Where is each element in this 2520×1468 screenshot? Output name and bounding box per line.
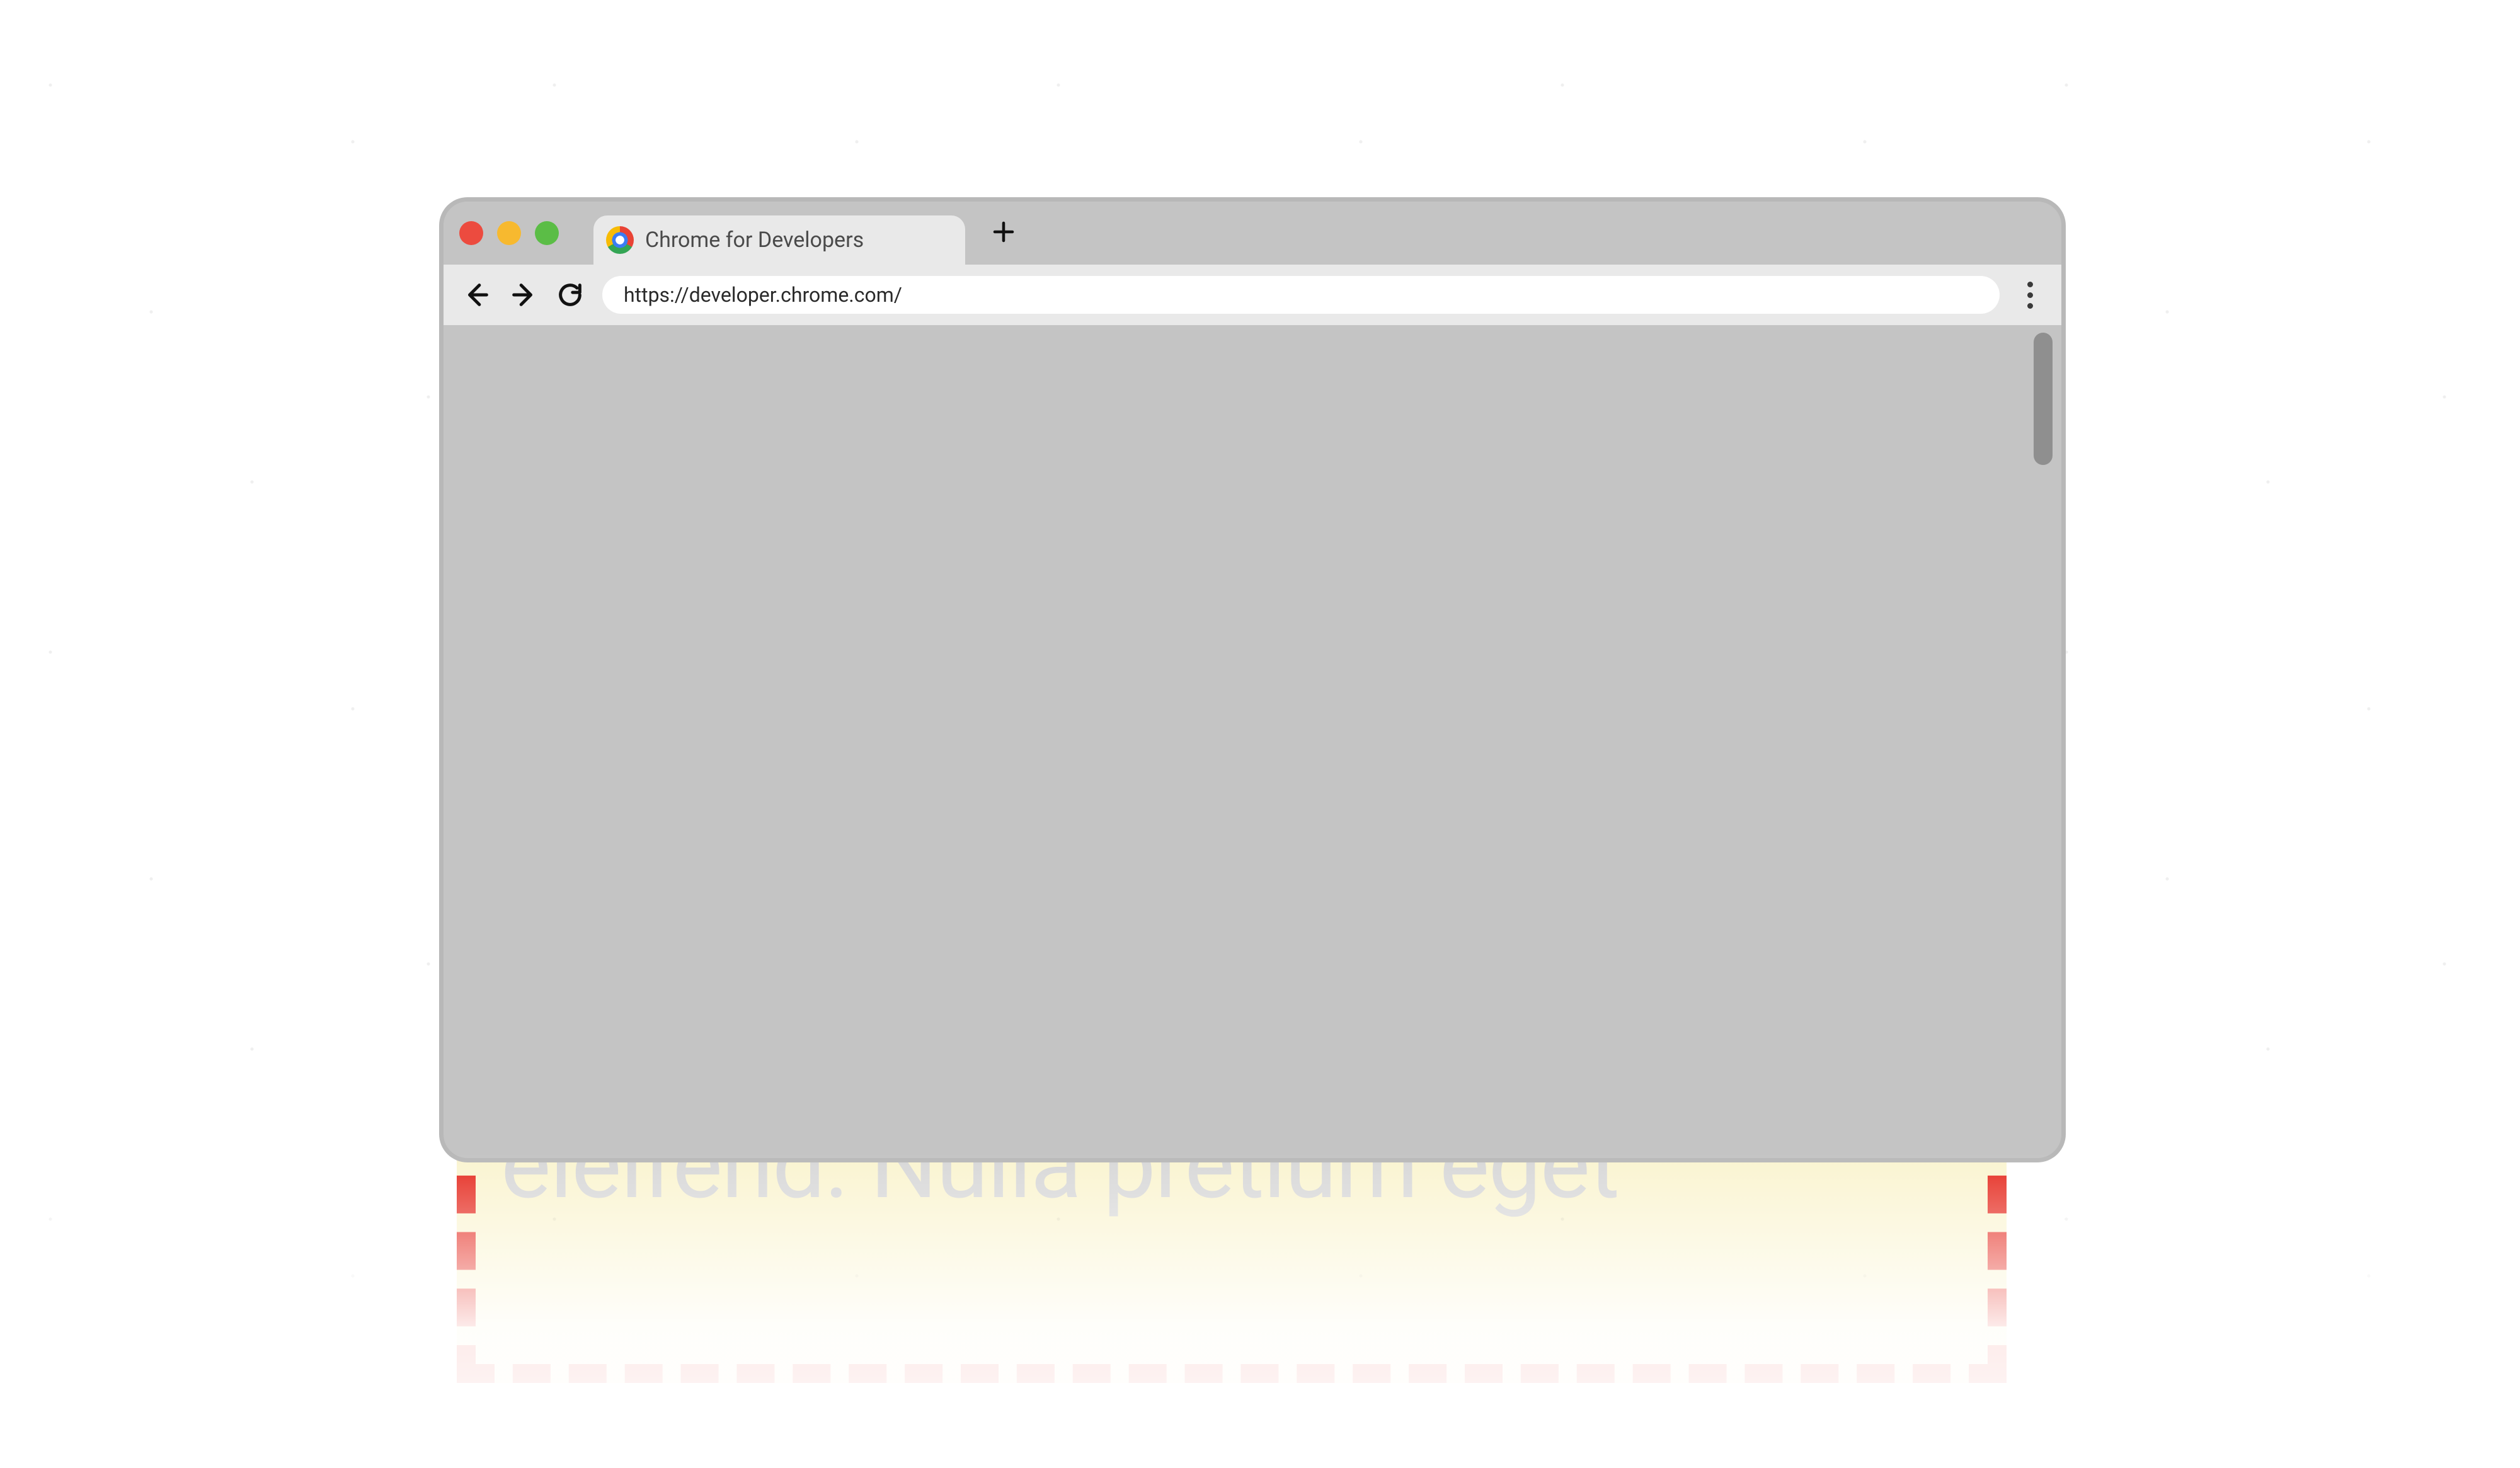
toolbar: https://developer.chrome.com/ [444, 265, 2061, 325]
forward-arrow-icon [509, 280, 538, 309]
forward-button[interactable] [509, 280, 538, 309]
tab-title: Chrome for Developers [645, 227, 864, 253]
back-button[interactable] [462, 280, 491, 309]
address-bar-url: https://developer.chrome.com/ [624, 283, 902, 307]
window-controls [459, 221, 559, 245]
back-arrow-icon [462, 280, 491, 309]
browser-window: Chrome for Developers https://developer.… [440, 198, 2065, 1162]
vertical-scrollbar-thumb[interactable] [2034, 333, 2053, 465]
viewport-content-area [444, 325, 2024, 1158]
window-minimize-icon[interactable] [497, 221, 521, 245]
kebab-dot [2027, 292, 2033, 298]
window-zoom-icon[interactable] [535, 221, 559, 245]
scrollbar-gutter [2024, 325, 2061, 1158]
browser-viewport [444, 325, 2061, 1158]
browser-menu-button[interactable] [2017, 282, 2042, 309]
window-close-icon[interactable] [459, 221, 483, 245]
reload-button[interactable] [556, 280, 585, 309]
kebab-dot [2027, 303, 2033, 309]
reload-icon [556, 280, 585, 309]
browser-tab-active[interactable]: Chrome for Developers [593, 215, 965, 265]
chrome-icon [606, 226, 634, 254]
address-bar[interactable]: https://developer.chrome.com/ [602, 276, 2000, 314]
tab-strip: Chrome for Developers [444, 202, 2061, 265]
kebab-dot [2027, 282, 2033, 287]
plus-icon [990, 219, 1017, 245]
new-tab-button[interactable] [990, 215, 1017, 251]
